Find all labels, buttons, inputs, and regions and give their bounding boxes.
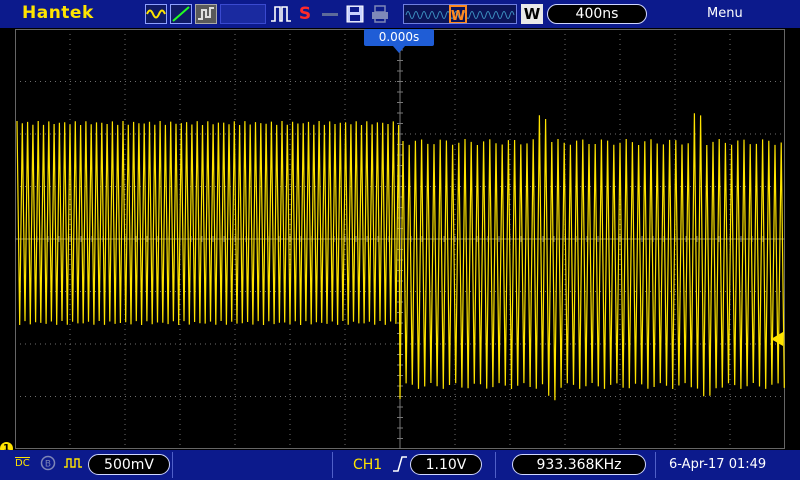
print-icon[interactable] [370, 4, 390, 24]
divider [172, 452, 173, 478]
acquire-mode-icon[interactable] [63, 455, 83, 471]
date-time: 6-Apr-17 01:49 [669, 457, 767, 472]
window-zoom-button[interactable]: W [521, 4, 543, 24]
trigger-level-readout[interactable]: 1.10V [410, 454, 482, 475]
top-toolbar [0, 0, 800, 28]
memory-overview[interactable]: W [403, 4, 517, 24]
arbitrary-icon[interactable] [195, 4, 217, 24]
usb-dash-icon[interactable] [320, 4, 340, 24]
divider [495, 452, 496, 478]
blank-slot [220, 4, 266, 24]
save-setup-icon[interactable]: S [296, 4, 314, 24]
menu-button[interactable]: Menu [707, 6, 743, 21]
frequency-readout[interactable]: 933.368KHz [512, 454, 646, 475]
divider [332, 452, 333, 478]
divider [655, 452, 656, 478]
trigger-source[interactable]: CH1 [353, 457, 382, 473]
bandwidth-limit-icon[interactable]: B [40, 455, 56, 471]
trigger-position-marker [393, 46, 405, 53]
brand-logo: Hantek [22, 3, 94, 23]
pulse-icon[interactable] [270, 4, 292, 24]
coupling-indicator[interactable]: DC [15, 457, 30, 469]
svg-text:W: W [451, 9, 465, 24]
volts-per-div-readout[interactable]: 500mV [88, 454, 170, 475]
waveform-display[interactable] [15, 29, 785, 449]
ch1-trace [16, 113, 785, 401]
trigger-level-marker[interactable] [771, 332, 783, 346]
timebase-readout[interactable]: 400ns [547, 4, 647, 24]
disk-save-icon[interactable] [345, 4, 365, 24]
ramp-icon[interactable] [170, 4, 192, 24]
svg-text:B: B [45, 460, 51, 470]
sine-wave-icon[interactable] [145, 4, 167, 24]
trigger-position-readout[interactable]: 0.000s [364, 29, 434, 46]
coupling-label: DC [15, 458, 30, 469]
rising-edge-icon[interactable] [392, 455, 408, 473]
